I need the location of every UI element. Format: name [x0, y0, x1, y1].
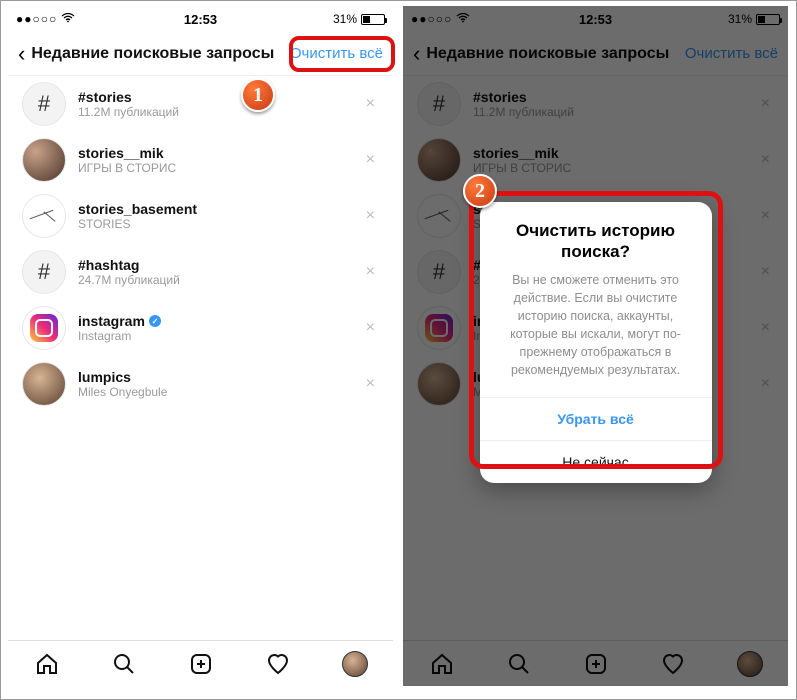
avatar [22, 194, 66, 238]
status-time: 12:53 [184, 12, 217, 27]
remove-item-icon[interactable]: × [362, 375, 379, 393]
dialog-title: Очистить историю поиска? [480, 202, 712, 271]
status-time: 12:53 [579, 12, 612, 27]
step-badge-2: 2 [463, 174, 497, 208]
item-name: stories__mik [473, 145, 757, 161]
item-name: instagram✓ [78, 313, 362, 329]
remove-item-icon[interactable]: × [362, 319, 379, 337]
nav-bar: ‹ Недавние поисковые запросы Очистить вс… [403, 32, 788, 76]
wifi-icon [456, 12, 470, 22]
item-name: #stories [78, 89, 362, 105]
avatar [22, 362, 66, 406]
avatar [22, 138, 66, 182]
remove-item-icon[interactable]: × [757, 319, 774, 337]
tutorial-canvas: ●●○○○ 12:53 31% ‹ Недавние поисковые зап… [0, 0, 797, 700]
clear-all-button[interactable]: Очистить всё [685, 45, 778, 62]
list-item[interactable]: instagram✓Instagram × [8, 300, 393, 356]
signal-dots: ●●○○○ [411, 12, 470, 26]
home-icon[interactable] [34, 651, 60, 677]
item-sub: 24.7M публикаций [78, 273, 362, 287]
item-name: #stories [473, 89, 757, 105]
cancel-button[interactable]: Не сейчас [480, 440, 712, 483]
status-battery: 31% [728, 12, 780, 26]
battery-icon [361, 14, 385, 25]
list-item[interactable]: stories__mikИГРЫ В СТОРИС × [403, 132, 788, 188]
item-sub: ИГРЫ В СТОРИС [473, 161, 757, 175]
hashtag-icon: # [417, 82, 461, 126]
avatar [417, 194, 461, 238]
remove-item-icon[interactable]: × [362, 151, 379, 169]
search-icon[interactable] [506, 651, 532, 677]
item-sub: 11.2M публикаций [473, 105, 757, 119]
item-name: stories_basement [78, 201, 362, 217]
item-name: lumpics [78, 369, 362, 385]
page-title: Недавние поисковые запросы [426, 45, 685, 63]
list-item[interactable]: # #hashtag24.7M публикаций × [8, 244, 393, 300]
status-bar: ●●○○○ 12:53 31% [403, 6, 788, 32]
add-post-icon[interactable] [583, 651, 609, 677]
list-item[interactable]: lumpicsMiles Onyegbule × [8, 356, 393, 412]
home-icon[interactable] [429, 651, 455, 677]
list-item[interactable]: # #stories11.2M публикаций × [8, 76, 393, 132]
tab-bar [403, 640, 788, 686]
remove-item-icon[interactable]: × [757, 263, 774, 281]
remove-item-icon[interactable]: × [757, 207, 774, 225]
remove-item-icon[interactable]: × [757, 151, 774, 169]
list-item[interactable]: stories_basementSTORIES × [8, 188, 393, 244]
status-battery: 31% [333, 12, 385, 26]
remove-item-icon[interactable]: × [757, 375, 774, 393]
avatar [417, 362, 461, 406]
instagram-icon [22, 306, 66, 350]
step-badge-1: 1 [241, 78, 275, 112]
remove-item-icon[interactable]: × [362, 263, 379, 281]
search-history-list: # #stories11.2M публикаций × stories__mi… [8, 76, 393, 640]
remove-item-icon[interactable]: × [362, 95, 379, 113]
remove-item-icon[interactable]: × [757, 95, 774, 113]
item-name: stories__mik [78, 145, 362, 161]
status-bar: ●●○○○ 12:53 31% [8, 6, 393, 32]
item-sub: STORIES [78, 217, 362, 231]
item-sub: 11.2M публикаций [78, 105, 362, 119]
nav-bar: ‹ Недавние поисковые запросы Очистить вс… [8, 32, 393, 76]
avatar [417, 138, 461, 182]
item-sub: Miles Onyegbule [78, 385, 362, 399]
confirm-dialog: Очистить историю поиска? Вы не сможете о… [480, 202, 712, 483]
back-icon[interactable]: ‹ [413, 41, 426, 67]
item-sub: ИГРЫ В СТОРИС [78, 161, 362, 175]
profile-icon[interactable] [342, 651, 368, 677]
search-icon[interactable] [111, 651, 137, 677]
confirm-button[interactable]: Убрать всё [480, 397, 712, 440]
verified-icon: ✓ [149, 315, 161, 327]
signal-dots: ●●○○○ [16, 12, 75, 26]
instagram-icon [417, 306, 461, 350]
hashtag-icon: # [22, 82, 66, 126]
dialog-body: Вы не сможете отменить это действие. Есл… [480, 271, 712, 398]
tab-bar [8, 640, 393, 686]
item-sub: Instagram [78, 329, 362, 343]
battery-icon [756, 14, 780, 25]
remove-item-icon[interactable]: × [362, 207, 379, 225]
page-title: Недавние поисковые запросы [31, 45, 290, 63]
wifi-icon [61, 12, 75, 22]
phone-screen-1: ●●○○○ 12:53 31% ‹ Недавние поисковые зап… [8, 6, 393, 686]
hashtag-icon: # [22, 250, 66, 294]
activity-icon[interactable] [265, 651, 291, 677]
phone-screen-2: ●●○○○ 12:53 31% ‹ Недавние поисковые зап… [403, 6, 788, 686]
list-item[interactable]: # #stories11.2M публикаций × [403, 76, 788, 132]
add-post-icon[interactable] [188, 651, 214, 677]
back-icon[interactable]: ‹ [18, 41, 31, 67]
activity-icon[interactable] [660, 651, 686, 677]
profile-icon[interactable] [737, 651, 763, 677]
item-name: #hashtag [78, 257, 362, 273]
clear-all-button[interactable]: Очистить всё [290, 45, 383, 62]
list-item[interactable]: stories__mikИГРЫ В СТОРИС × [8, 132, 393, 188]
hashtag-icon: # [417, 250, 461, 294]
